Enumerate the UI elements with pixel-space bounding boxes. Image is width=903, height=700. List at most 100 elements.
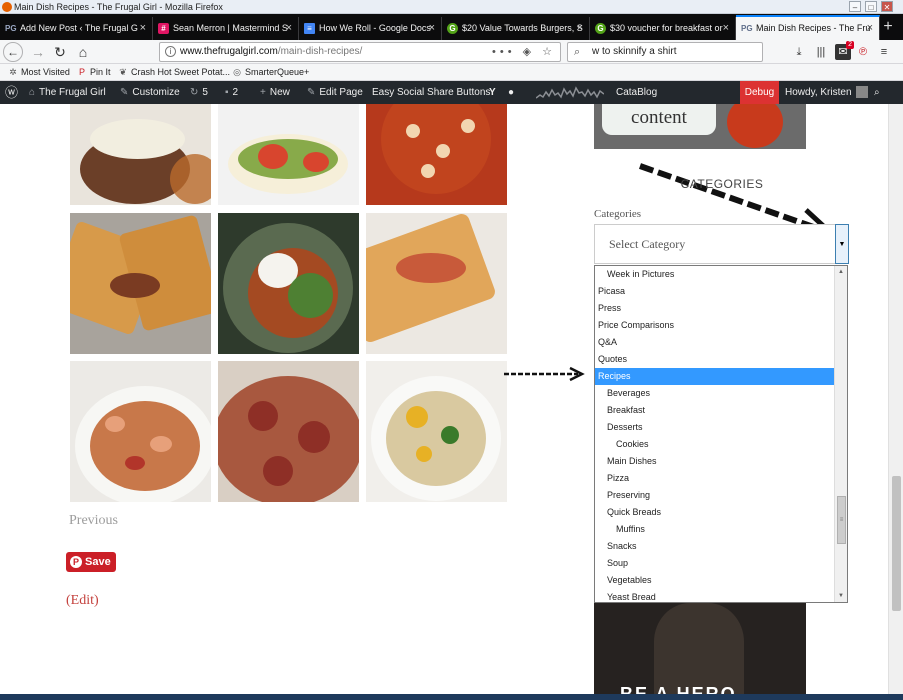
wp-new[interactable]: + New xyxy=(260,81,290,104)
close-tab-icon[interactable]: × xyxy=(140,17,146,40)
close-tab-icon[interactable]: × xyxy=(723,17,729,40)
tab-add-new-post[interactable]: PG Add New Post ‹ The Frugal G × xyxy=(0,17,153,40)
recipe-thumbnail[interactable] xyxy=(218,361,359,502)
home-button[interactable]: ⌂ xyxy=(73,42,93,62)
sidebar-ad-bottom[interactable]: BE A HERO xyxy=(594,603,806,700)
tab-label: Main Dish Recipes - The Fru xyxy=(756,23,871,33)
close-tab-icon[interactable]: × xyxy=(429,17,435,40)
recipe-thumbnail[interactable] xyxy=(70,104,211,205)
extension-icon[interactable]: ✉ 2 xyxy=(835,41,854,60)
category-option-price-comparisons[interactable]: Price Comparisons xyxy=(595,317,835,334)
previous-link[interactable]: Previous xyxy=(69,513,118,529)
category-option-breakfast[interactable]: Breakfast xyxy=(595,402,835,419)
tab-mastermind[interactable]: # Sean Merron | Mastermind S × xyxy=(153,17,299,40)
scroll-up-icon[interactable]: ▲ xyxy=(835,266,847,278)
dropdown-scrollbar[interactable]: ▲ ≡ ▼ xyxy=(834,266,847,602)
close-tab-icon[interactable]: × xyxy=(286,17,292,40)
groupon-tab-icon: G xyxy=(447,23,458,34)
wp-catablog[interactable]: CataBlog xyxy=(616,81,657,104)
site-info-icon[interactable]: i xyxy=(165,46,176,57)
close-tab-icon[interactable]: × xyxy=(577,17,583,40)
wp-howdy[interactable]: Howdy, Kristen xyxy=(785,81,869,104)
bookmark-crash-hot-sweet-potatoes[interactable]: ❦ Crash Hot Sweet Potat... xyxy=(118,64,230,80)
category-option-pizza[interactable]: Pizza xyxy=(595,470,835,487)
page-scrollbar-thumb[interactable] xyxy=(892,476,901,611)
search-input[interactable]: ⌕ w to skinnify a shirt xyxy=(567,42,763,62)
page-content: Previous P Save (Edit) content CATEGORIE… xyxy=(0,104,903,700)
page-actions-icon[interactable]: ••• ◈ ☆ xyxy=(492,43,556,61)
category-option-picasa[interactable]: Picasa xyxy=(595,283,835,300)
scrollbar-thumb[interactable]: ≡ xyxy=(837,496,846,544)
yoast-icon[interactable]: Y xyxy=(489,81,496,104)
page-scrollbar[interactable] xyxy=(888,104,903,700)
category-option-main-dishes[interactable]: Main Dishes xyxy=(595,453,835,470)
wp-comments[interactable]: ▪ 2 xyxy=(225,81,238,104)
navigation-bar: ← → ↻ ⌂ i www.thefrugalgirl.com/main-dis… xyxy=(0,40,903,64)
recipe-thumbnail[interactable] xyxy=(218,213,359,354)
minimize-button[interactable]: – xyxy=(849,1,861,12)
category-option-preserving[interactable]: Preserving xyxy=(595,487,835,504)
pinterest-save-button[interactable]: P Save xyxy=(66,552,116,572)
category-option-yeast-bread[interactable]: Yeast Bread xyxy=(595,589,835,602)
wp-customize[interactable]: ✎ Customize xyxy=(120,81,180,104)
wp-edit-page-label: Edit Page xyxy=(319,87,363,98)
bookmark-label: Most Visited xyxy=(21,67,70,77)
category-dropdown-list[interactable]: Week in Pictures Picasa Press Price Comp… xyxy=(594,265,848,603)
reload-button[interactable]: ↻ xyxy=(50,42,70,62)
category-option-quotes[interactable]: Quotes xyxy=(595,351,835,368)
library-icon[interactable]: ||| xyxy=(813,44,829,60)
scroll-down-icon[interactable]: ▼ xyxy=(835,590,847,602)
category-option-beverages[interactable]: Beverages xyxy=(595,385,835,402)
wp-search-icon[interactable]: ⌕ xyxy=(874,81,880,104)
wordpress-logo-icon[interactable]: ⓦ xyxy=(5,81,18,104)
category-option-muffins[interactable]: Muffins xyxy=(595,521,835,538)
category-option-desserts[interactable]: Desserts xyxy=(595,419,835,436)
new-tab-button[interactable]: + xyxy=(879,18,897,36)
wp-site-name[interactable]: ⌂ The Frugal Girl xyxy=(29,81,106,104)
pinterest-icon[interactable]: ℗ xyxy=(855,44,871,60)
close-window-button[interactable]: ✕ xyxy=(881,1,893,12)
wp-howdy-label: Howdy, Kristen xyxy=(785,87,852,98)
back-button[interactable]: ← xyxy=(3,42,23,62)
category-option-recipes[interactable]: Recipes xyxy=(595,368,835,385)
url-bar[interactable]: i www.thefrugalgirl.com/main-dish-recipe… xyxy=(159,42,561,62)
category-option-week-in-pictures[interactable]: Week in Pictures xyxy=(595,266,835,283)
bookmark-pin-it[interactable]: P Pin It xyxy=(77,64,111,80)
recipe-thumbnail[interactable] xyxy=(70,213,211,354)
chevron-down-icon[interactable]: ▼ xyxy=(835,224,849,264)
recipe-thumbnail[interactable] xyxy=(366,361,507,502)
wp-admin-bar: ⓦ ⌂ The Frugal Girl ✎ Customize ↻ 5 ▪ 2 + New… xyxy=(0,81,903,104)
forward-button[interactable]: → xyxy=(28,42,48,62)
recipe-thumbnail[interactable] xyxy=(70,361,211,502)
category-option-soup[interactable]: Soup xyxy=(595,555,835,572)
wp-updates[interactable]: ↻ 5 xyxy=(190,81,208,104)
category-select[interactable]: Select Category ▼ xyxy=(594,224,849,264)
sidebar-ad-top[interactable]: content xyxy=(594,104,806,149)
bookmark-smarterqueue[interactable]: ◎ SmarterQueue+ xyxy=(232,64,309,80)
category-option-vegetables[interactable]: Vegetables xyxy=(595,572,835,589)
wp-edit-page[interactable]: ✎ Edit Page xyxy=(307,81,363,104)
recipe-thumbnail[interactable] xyxy=(218,104,359,205)
recipe-thumbnail[interactable] xyxy=(366,104,507,205)
wp-share-buttons[interactable]: Easy Social Share Buttons xyxy=(372,81,490,104)
recipe-thumbnail[interactable] xyxy=(366,213,507,354)
close-tab-icon[interactable]: × xyxy=(867,17,873,40)
wp-debug-button[interactable]: Debug xyxy=(740,81,779,104)
tab-groupon-breakfast[interactable]: G $30 voucher for breakfast or × xyxy=(590,17,736,40)
tab-main-dish-recipes[interactable]: PG Main Dish Recipes - The Fru × xyxy=(736,15,880,40)
menu-icon[interactable]: ≡ xyxy=(876,44,892,60)
maximize-button[interactable]: □ xyxy=(865,1,877,12)
tab-label: Sean Merron | Mastermind S xyxy=(173,23,288,33)
category-option-cookies[interactable]: Cookies xyxy=(595,436,835,453)
category-option-snacks[interactable]: Snacks xyxy=(595,538,835,555)
edit-link[interactable]: (Edit) xyxy=(66,593,99,609)
downloads-icon[interactable]: ⤓ xyxy=(791,44,807,60)
pinterest-icon: P xyxy=(70,556,82,568)
category-option-press[interactable]: Press xyxy=(595,300,835,317)
bookmark-most-visited[interactable]: ✲ Most Visited xyxy=(8,64,70,80)
category-option-qa[interactable]: Q&A xyxy=(595,334,835,351)
category-select-value: Select Category xyxy=(609,237,686,251)
tab-groupon-burgers[interactable]: G $20 Value Towards Burgers, S × xyxy=(442,17,590,40)
category-option-quick-breads[interactable]: Quick Breads xyxy=(595,504,835,521)
tab-google-docs[interactable]: ≡ How We Roll - Google Docs × xyxy=(299,17,442,40)
